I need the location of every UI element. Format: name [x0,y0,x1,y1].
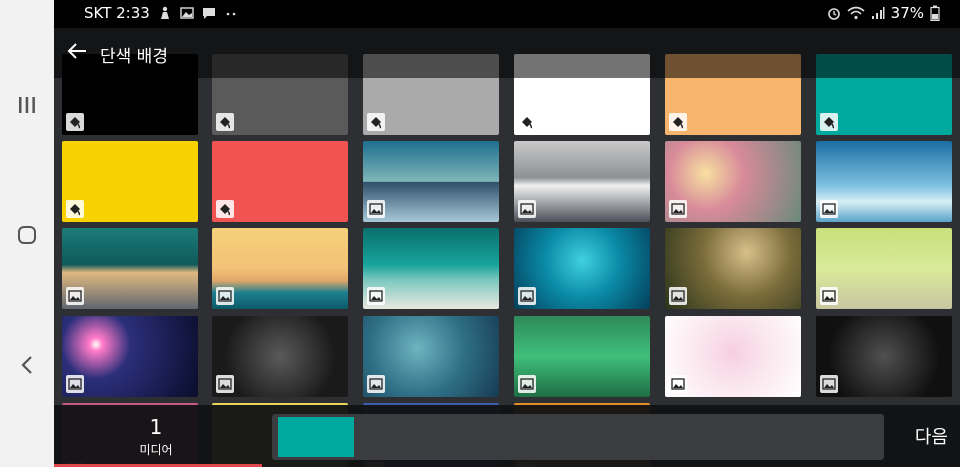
paint-bucket-icon [820,113,838,131]
paint-bucket-icon [66,113,84,131]
battery-percent: 37% [890,4,924,22]
image-icon [820,287,838,305]
image-icon [518,287,536,305]
image-icon [367,375,385,393]
image-background-tile[interactable] [212,316,348,397]
image-icon [367,200,385,218]
media-count: 1 [149,415,163,439]
paint-bucket-icon [367,113,385,131]
message-notification-icon [202,8,215,19]
bottom-bar: 1 미디어 다음 [54,405,960,467]
solid-color-tile[interactable] [62,141,198,222]
image-background-tile[interactable] [816,228,952,309]
timeline-strip[interactable] [272,414,884,460]
system-back-icon [21,356,32,374]
media-count-button[interactable]: 1 미디어 [114,415,198,458]
image-icon [216,287,234,305]
home-button[interactable] [10,218,44,252]
image-icon [518,200,536,218]
image-background-tile[interactable] [62,228,198,309]
image-background-tile[interactable] [665,316,801,397]
image-background-tile[interactable] [665,228,801,309]
alarm-icon [827,8,840,20]
paint-bucket-icon [66,200,84,218]
back-arrow-icon[interactable] [66,40,88,62]
solid-color-tile[interactable] [212,141,348,222]
image-icon [66,375,84,393]
image-background-tile[interactable] [514,316,650,397]
more-notifications-icon [226,12,236,16]
status-bar: SKT 2:33 37% [54,0,960,28]
image-icon [820,200,838,218]
image-icon [518,375,536,393]
gallery-notification-icon [180,7,194,19]
person-notification-icon [160,6,169,19]
paint-bucket-icon [518,113,536,131]
app-bar: 단색 배경 [54,28,960,78]
system-back-button[interactable] [10,348,44,382]
home-icon [18,226,36,244]
wifi-icon [847,6,865,20]
paint-bucket-icon [669,113,687,131]
recent-apps-icon [19,97,35,113]
image-background-tile[interactable] [363,141,499,222]
image-background-tile[interactable] [665,141,801,222]
image-background-tile[interactable] [816,316,952,397]
image-icon [66,287,84,305]
image-background-tile[interactable] [363,228,499,309]
image-icon [669,200,687,218]
image-background-tile[interactable] [62,316,198,397]
media-label: 미디어 [139,443,173,457]
image-background-tile[interactable] [514,141,650,222]
image-icon [367,287,385,305]
image-icon [216,375,234,393]
image-icon [669,287,687,305]
background-grid [54,28,960,467]
recent-apps-button[interactable] [10,88,44,122]
navigation-bar [0,0,54,467]
image-background-tile[interactable] [514,228,650,309]
image-icon [820,375,838,393]
selected-clip-thumbnail[interactable] [278,417,354,457]
signal-icon [871,7,885,19]
next-button[interactable]: 다음 [915,423,948,449]
carrier-time: SKT 2:33 [84,4,150,22]
image-background-tile[interactable] [363,316,499,397]
battery-icon [930,5,940,21]
page-title: 단색 배경 [100,47,168,67]
image-background-tile[interactable] [212,228,348,309]
paint-bucket-icon [216,113,234,131]
image-icon [669,375,687,393]
paint-bucket-icon [216,200,234,218]
image-background-tile[interactable] [816,141,952,222]
